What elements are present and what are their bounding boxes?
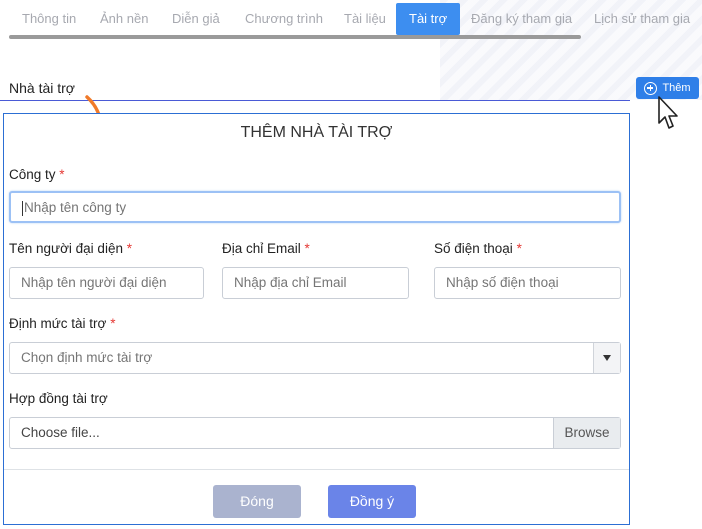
close-button[interactable]: Đóng — [213, 485, 301, 518]
tabs-scrollbar[interactable] — [9, 35, 581, 39]
email-label: Địa chỉ Email * — [222, 241, 310, 256]
modal-title: THÊM NHÀ TÀI TRỢ — [240, 124, 393, 141]
tab-dang-ky-tham-gia[interactable]: Đăng ký tham gia — [471, 3, 572, 35]
tab-dien-gia[interactable]: Diễn giả — [172, 3, 220, 35]
company-input[interactable]: Nhập tên công ty — [9, 191, 621, 223]
phone-input[interactable]: Nhập số điện thoại — [434, 267, 621, 299]
modal-footer-divider — [4, 469, 629, 470]
tab-anh-nen[interactable]: Ảnh nền — [100, 3, 148, 35]
caret-down-icon — [603, 355, 611, 361]
add-button-label: Thêm — [662, 82, 691, 94]
confirm-button[interactable]: Đồng ý — [328, 485, 416, 518]
tab-thong-tin[interactable]: Thông tin — [22, 3, 76, 35]
representative-input[interactable]: Nhập tên người đại diện — [9, 267, 204, 299]
tab-chuong-trinh[interactable]: Chương trình — [245, 3, 323, 35]
add-sponsor-modal: THÊM NHÀ TÀI TRỢ Công ty * Nhập tên công… — [3, 113, 630, 525]
text-caret — [22, 200, 23, 216]
level-select[interactable]: Chọn định mức tài trợ — [9, 342, 621, 374]
email-input[interactable]: Nhập địa chỉ Email — [222, 267, 409, 299]
tab-tai-lieu[interactable]: Tài liệu — [344, 3, 386, 35]
tab-lich-su-tham-gia[interactable]: Lịch sử tham gia — [594, 3, 690, 35]
plus-circle-icon — [644, 81, 658, 95]
tab-tai-tro[interactable]: Tài trợ — [396, 3, 461, 35]
representative-label: Tên người đại diện * — [9, 241, 132, 256]
level-label: Định mức tài trợ * — [9, 316, 116, 331]
contract-file-input[interactable]: Choose file... Browse — [9, 417, 621, 449]
dropdown-toggle[interactable] — [593, 343, 620, 373]
browse-button[interactable]: Browse — [553, 418, 620, 448]
phone-label: Số điện thoại * — [434, 241, 522, 256]
tab-bar: Thông tin Ảnh nền Diễn giả Chương trình … — [0, 0, 702, 38]
company-label: Công ty * — [9, 167, 65, 182]
section-title: Nhà tài trợ — [9, 80, 75, 96]
mouse-cursor-icon — [658, 96, 678, 129]
contract-label: Hợp đồng tài trợ — [9, 391, 108, 406]
